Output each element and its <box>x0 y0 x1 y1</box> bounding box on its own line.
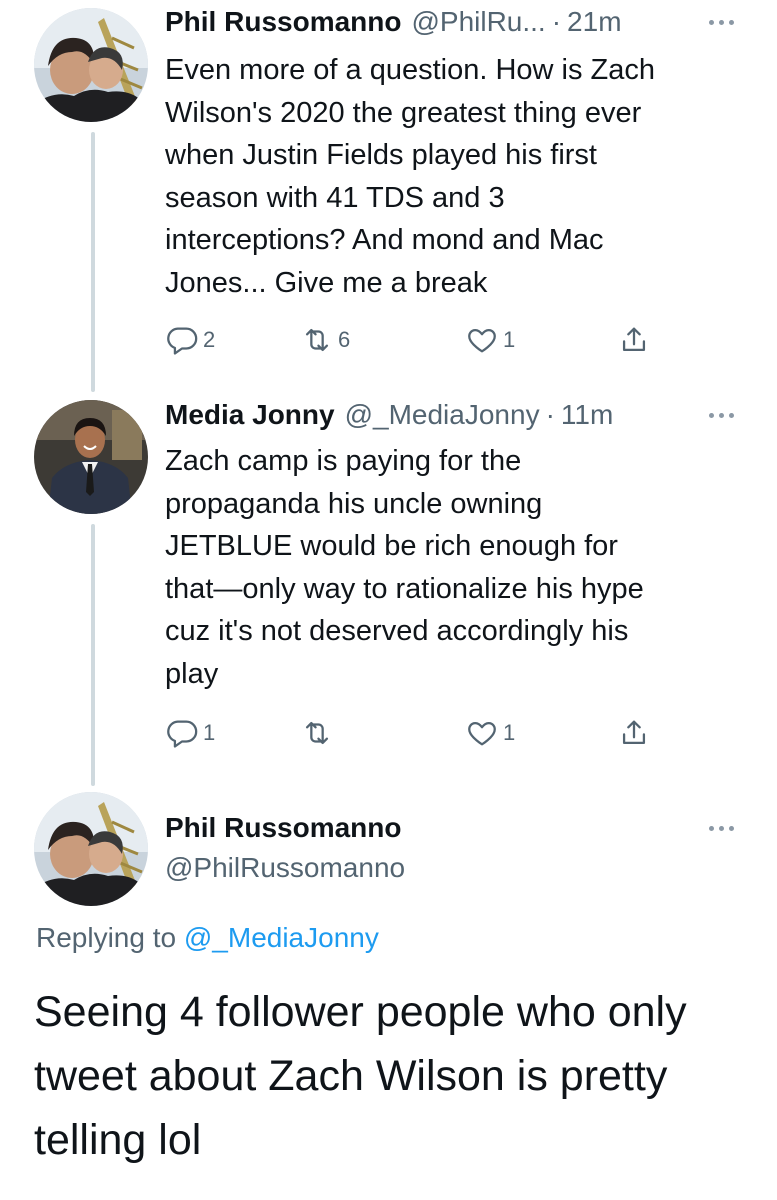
like-button[interactable]: 1 <box>465 320 515 360</box>
display-name[interactable]: Phil Russomanno <box>165 812 401 844</box>
avatar[interactable] <box>34 792 148 906</box>
tweet-text: Zach camp is paying for the propaganda h… <box>165 445 644 690</box>
like-count: 1 <box>503 327 516 352</box>
tweet-header: Media Jonny @_MediaJonny · 11m <box>165 393 737 437</box>
retweet-button[interactable] <box>300 713 338 753</box>
thread-line <box>91 524 95 786</box>
like-count: 1 <box>503 720 516 745</box>
separator: · <box>551 6 562 37</box>
reply-icon <box>165 716 199 750</box>
retweet-icon <box>300 323 334 357</box>
display-name[interactable]: Media Jonny <box>165 399 335 431</box>
like-button[interactable]: 1 <box>465 713 515 753</box>
retweet-button[interactable]: 6 <box>300 320 350 360</box>
more-icon[interactable] <box>703 405 739 425</box>
like-icon <box>465 716 499 750</box>
separator: · <box>545 399 555 430</box>
reply-count: 1 <box>203 720 216 745</box>
username[interactable]: @_MediaJonny <box>345 399 540 431</box>
retweet-icon <box>300 716 334 750</box>
reply-button[interactable]: 2 <box>165 320 215 360</box>
share-icon <box>617 716 651 750</box>
like-icon <box>465 323 499 357</box>
reply-icon <box>165 323 199 357</box>
replying-to: Replying to @_MediaJonny <box>36 922 379 954</box>
avatar[interactable] <box>34 400 148 514</box>
replying-mention-link[interactable]: @_MediaJonny <box>184 922 379 953</box>
username[interactable]: @PhilRu... <box>411 6 545 38</box>
timestamp[interactable]: 21m <box>567 6 621 38</box>
username[interactable]: @PhilRussomanno <box>165 852 405 884</box>
tweet-header: Phil Russomanno @PhilRu... · 21m <box>165 0 737 44</box>
thread-line <box>91 132 95 392</box>
retweet-count: 6 <box>338 327 351 352</box>
share-icon <box>617 323 651 357</box>
share-button[interactable] <box>617 320 651 360</box>
share-button[interactable] <box>617 713 651 753</box>
tweet-actions: 1 1 <box>165 713 665 753</box>
avatar[interactable] <box>34 8 148 122</box>
tweet-actions: 2 6 1 <box>165 320 665 360</box>
more-icon[interactable] <box>703 12 739 32</box>
reply-button[interactable]: 1 <box>165 713 215 753</box>
tweet-text: Seeing 4 follower people who only tweet … <box>34 988 687 1164</box>
display-name[interactable]: Phil Russomanno <box>165 6 401 38</box>
reply-count: 2 <box>203 327 216 352</box>
timestamp[interactable]: 11m <box>561 399 613 431</box>
replying-prefix: Replying to <box>36 922 177 953</box>
more-icon[interactable] <box>703 818 739 838</box>
tweet-text: Even more of a question. How is Zach Wil… <box>165 54 656 299</box>
